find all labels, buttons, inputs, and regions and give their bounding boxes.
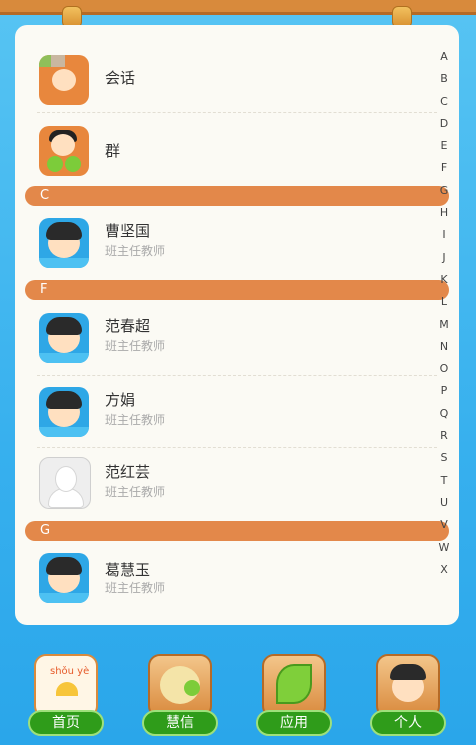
contact-name: 曹坚国 <box>105 222 151 240</box>
avatar <box>39 313 89 363</box>
tab-label: 应用 <box>256 710 332 736</box>
index-letter[interactable]: T <box>433 470 455 492</box>
index-letter[interactable]: M <box>433 314 455 336</box>
index-letter[interactable]: K <box>433 269 455 291</box>
list-item-contact[interactable]: 方娟 班主任教师 <box>15 377 459 449</box>
contact-list-panel: 会话 群 C 曹坚国 班主任教师 F 范春超 班主任教师 方娟 班主任教师 范红… <box>15 25 459 625</box>
list-item-contact[interactable]: 葛慧玉 班主任教师 <box>15 543 459 615</box>
tab-label: 慧信 <box>142 710 218 736</box>
index-letter[interactable]: Q <box>433 403 455 425</box>
leaf-icon <box>262 654 326 718</box>
divider <box>37 112 437 113</box>
index-letter[interactable]: H <box>433 202 455 224</box>
person-icon <box>376 654 440 718</box>
tab-messages[interactable]: 慧信 <box>140 654 220 744</box>
index-letter[interactable]: E <box>433 135 455 157</box>
index-letter[interactable]: P <box>433 380 455 402</box>
chick-icon <box>148 654 212 718</box>
section-header-c: C <box>25 186 449 206</box>
tab-label: 个人 <box>370 710 446 736</box>
index-letter[interactable]: S <box>433 447 455 469</box>
section-header-g: G <box>25 521 449 541</box>
group-icon <box>39 126 89 176</box>
index-letter[interactable]: R <box>433 425 455 447</box>
index-letter[interactable]: L <box>433 291 455 313</box>
contact-name: 方娟 <box>105 391 136 409</box>
chat-icon <box>39 55 89 105</box>
list-item-contact[interactable]: 范红芸 班主任教师 <box>15 449 459 521</box>
index-letter[interactable]: G <box>433 180 455 202</box>
index-letter[interactable]: F <box>433 157 455 179</box>
index-letter[interactable]: X <box>433 559 455 581</box>
index-letter[interactable]: V <box>433 514 455 536</box>
contact-name: 群 <box>105 142 121 160</box>
index-letter[interactable]: J <box>433 247 455 269</box>
divider <box>37 375 437 376</box>
contact-role: 班主任教师 <box>105 339 166 353</box>
tab-profile[interactable]: 个人 <box>368 654 448 744</box>
contact-name: 会话 <box>105 69 136 87</box>
index-letter[interactable]: C <box>433 91 455 113</box>
list-item-contact[interactable]: 曹坚国 班主任教师 <box>15 208 459 278</box>
avatar <box>39 218 89 268</box>
index-letter[interactable]: O <box>433 358 455 380</box>
avatar <box>39 387 89 437</box>
contact-name: 范红芸 <box>105 463 151 481</box>
tab-apps[interactable]: 应用 <box>254 654 334 744</box>
divider <box>37 447 437 448</box>
tab-home[interactable]: shǒu yè 首页 <box>26 654 106 744</box>
index-letter[interactable]: N <box>433 336 455 358</box>
book-icon: shǒu yè <box>34 654 98 718</box>
default-avatar-icon <box>39 457 91 509</box>
list-item-group[interactable]: 群 <box>15 118 459 188</box>
avatar <box>39 553 89 603</box>
contact-role: 班主任教师 <box>105 485 166 499</box>
section-header-f: F <box>25 280 449 300</box>
list-item-chat[interactable]: 会话 <box>15 45 459 115</box>
contact-name: 范春超 <box>105 317 151 335</box>
bottom-tab-bar: shǒu yè 首页 慧信 应用 个人 <box>0 640 476 745</box>
index-letter[interactable]: A <box>433 46 455 68</box>
index-letter[interactable]: U <box>433 492 455 514</box>
contact-role: 班主任教师 <box>105 581 166 595</box>
index-letter[interactable]: W <box>433 537 455 559</box>
contact-role: 班主任教师 <box>105 244 166 258</box>
index-letter[interactable]: I <box>433 224 455 246</box>
index-letter[interactable]: D <box>433 113 455 135</box>
contact-role: 班主任教师 <box>105 413 166 427</box>
alphabet-index[interactable]: A B C D E F G H I J K L M N O P Q R S T … <box>433 46 455 581</box>
tab-label: 首页 <box>28 710 104 736</box>
list-item-contact[interactable]: 范春超 班主任教师 <box>15 303 459 375</box>
index-letter[interactable]: B <box>433 68 455 90</box>
contact-name: 葛慧玉 <box>105 561 151 579</box>
